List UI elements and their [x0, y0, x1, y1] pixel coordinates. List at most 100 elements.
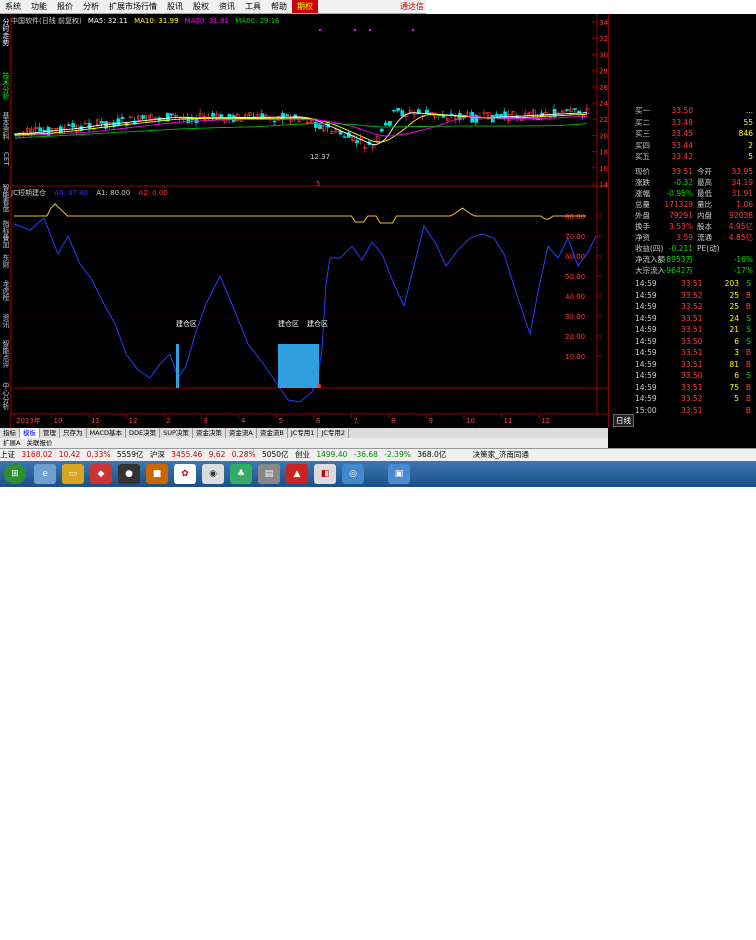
- trade-volume: 203: [724, 279, 739, 288]
- left-tab-overlay[interactable]: 指标叠加: [0, 220, 10, 248]
- trade-time: 14:59: [635, 290, 657, 300]
- daily-tab[interactable]: 日线: [613, 414, 634, 427]
- x-tick-label: 7: [354, 417, 358, 425]
- indicator-tab[interactable]: 模板: [20, 428, 40, 438]
- left-tab-news[interactable]: 资讯: [0, 314, 10, 328]
- folder-icon[interactable]: ▭: [62, 464, 84, 484]
- app-orange-icon[interactable]: ■: [146, 464, 168, 484]
- menu-item-quote[interactable]: 报价: [52, 0, 78, 13]
- ask-row: 买二 33.48 55: [635, 118, 753, 128]
- quote-value2: 4.95亿: [728, 222, 753, 231]
- indicator-name[interactable]: JC短期建仓: [11, 189, 46, 197]
- trade-volume: 75: [729, 382, 739, 392]
- indicator-tab[interactable]: 只存为: [60, 428, 87, 438]
- trade-volume: 25: [729, 302, 739, 311]
- candle-body: [445, 118, 450, 121]
- left-tab-basic[interactable]: 基本资料: [0, 112, 10, 140]
- candle-body: [244, 114, 248, 118]
- menu-item-ext-market[interactable]: 扩展市场行情: [104, 0, 162, 13]
- y-tick-label: 30.00: [599, 51, 608, 59]
- indicator-tab[interactable]: JC专用2: [318, 428, 350, 438]
- indicator-tab[interactable]: 资金决策: [193, 428, 226, 438]
- trade-price: 33.51: [681, 325, 703, 334]
- quote-value: 33.51: [671, 167, 693, 176]
- signal-dot: [318, 28, 322, 32]
- left-tab-dongcai[interactable]: 东财: [0, 254, 10, 268]
- quote-value: -8953万: [663, 255, 693, 264]
- x-tick-label: 5: [279, 417, 283, 425]
- browser-icon[interactable]: e: [34, 464, 56, 484]
- camera-icon[interactable]: ◉: [202, 464, 224, 484]
- watermark: www.7gpzb.com: [632, 927, 734, 940]
- candle-body: [548, 116, 553, 118]
- indicator-tab[interactable]: JC专用1: [288, 428, 319, 438]
- taskbar: ⊞ e ▭ ◆ ● ■ ✿ ◉ ♣ ▤ ▲ ◧ ◎ ▣ www.7gpzb.co…: [0, 461, 756, 940]
- chart-app-icon[interactable]: ▲: [286, 464, 308, 484]
- quote-panel: 买一 33.50... 买二 33.48 55 买三 33.45 846 买四 33.44 2 买五 3…: [608, 14, 756, 428]
- left-tab-smart[interactable]: 智能看盘: [0, 184, 10, 212]
- qq-icon[interactable]: ●: [118, 464, 140, 484]
- left-tab-timeshare[interactable]: 分时走势: [0, 18, 10, 46]
- chart-window[interactable]: 34.00 32.00 30.00 28.00 26.00 24.00 22.00 20.00…: [0, 14, 608, 428]
- app-gray-icon[interactable]: ▤: [258, 464, 280, 484]
- signal-dot: [368, 28, 372, 32]
- quote-value2: 4.85亿: [728, 233, 753, 242]
- window-icon[interactable]: ▣: [388, 464, 410, 484]
- y-tick-label: 34.00: [599, 19, 608, 27]
- sub-tab[interactable]: 扩展A: [0, 438, 23, 448]
- candle-body: [375, 136, 380, 142]
- left-tab-technical[interactable]: 技术分析: [0, 72, 10, 100]
- trade-time: 14:59: [635, 336, 657, 346]
- indicator-tab[interactable]: 资金流A: [226, 428, 257, 438]
- stock-app-icon[interactable]: ◧: [314, 464, 336, 484]
- app-red-icon[interactable]: ◆: [90, 464, 112, 484]
- quote-row: 涨幅 -0.95% 最低 31.91: [635, 189, 753, 199]
- quote-value: 3.59: [676, 233, 693, 242]
- menu-item-news[interactable]: 股讯: [162, 0, 188, 13]
- ask-row: 买四 33.44 2: [635, 141, 753, 151]
- left-tab-comment[interactable]: 智能点评: [0, 340, 10, 368]
- login-link[interactable]: 通达信: [400, 0, 424, 13]
- ask-label: 买五: [635, 152, 650, 161]
- indicator-tab[interactable]: DDE决策: [126, 428, 161, 438]
- candle-body: [75, 125, 80, 133]
- ask-volume: 55: [743, 117, 753, 127]
- indicator-tab[interactable]: 指标: [0, 428, 20, 438]
- trade-row: 14:59 33.52 25 B: [635, 301, 753, 312]
- indicator-tab[interactable]: 资金流B: [257, 428, 288, 438]
- candle-body: [305, 121, 310, 124]
- indicator-tab[interactable]: SUP决策: [160, 428, 193, 438]
- menu-item-system[interactable]: 系统: [0, 0, 26, 13]
- menu-item-function[interactable]: 功能: [26, 0, 52, 13]
- menu-item-options[interactable]: 期权: [292, 0, 318, 13]
- indicator-tab[interactable]: 管理: [40, 428, 60, 438]
- trade-side: B: [745, 359, 751, 369]
- left-tab-cet[interactable]: CET: [0, 152, 10, 166]
- quote-value2: -16%: [733, 255, 753, 264]
- trade-time: 14:59: [635, 359, 657, 369]
- ask-label: 买三: [635, 129, 650, 138]
- signal-dot: [317, 384, 321, 388]
- trade-side: B: [745, 302, 751, 311]
- gear-icon[interactable]: ✿: [174, 464, 196, 484]
- start-button-icon[interactable]: ⊞: [4, 464, 26, 484]
- menu-item-info[interactable]: 资讯: [214, 0, 240, 13]
- trade-side: B: [745, 405, 751, 415]
- trade-row: 14:59 33.52 5 B: [635, 393, 753, 404]
- menu-item-tools[interactable]: 工具: [240, 0, 266, 13]
- left-tab-dragon[interactable]: 龙虎榜: [0, 280, 10, 301]
- ask-price: 33.45: [671, 129, 693, 138]
- menu-item-equity[interactable]: 股权: [188, 0, 214, 13]
- quote-value2: 34.19: [731, 178, 753, 187]
- indicator-tab[interactable]: MACD基本: [87, 428, 126, 438]
- ma20-label: MA20: 31.81: [184, 17, 230, 25]
- left-tab-center[interactable]: 中心分析: [0, 382, 10, 410]
- quote-value: 79291: [669, 211, 693, 220]
- quote-value2: -17%: [733, 266, 753, 275]
- sub-tab[interactable]: 关联报价: [23, 438, 55, 448]
- app-blue-icon[interactable]: ◎: [342, 464, 364, 484]
- menu-item-help[interactable]: 帮助: [266, 0, 292, 13]
- app-green-icon[interactable]: ♣: [230, 464, 252, 484]
- x-tick-label: 4: [241, 417, 246, 425]
- menu-item-analysis[interactable]: 分析: [78, 0, 104, 13]
